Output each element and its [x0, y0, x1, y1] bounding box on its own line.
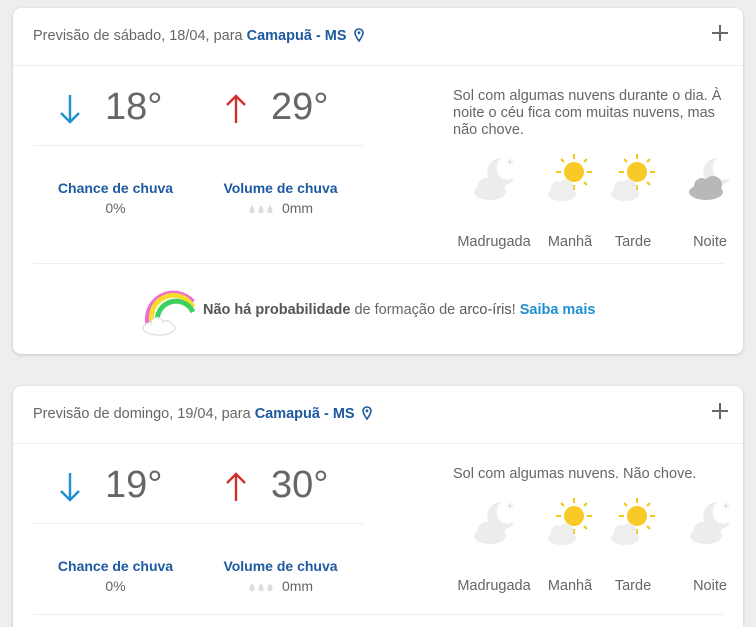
period-list: Madrugada Manhã Tarde Noite: [443, 152, 733, 250]
rainbow-text-1: de formação de: [350, 302, 460, 318]
rainbow-icon: [142, 290, 195, 336]
rain-chance: Chance de chuva 0%: [43, 180, 188, 216]
city-link[interactable]: Camapuã - MS: [247, 28, 347, 44]
rainbow-term: arco-íris: [459, 302, 512, 318]
moon-cloud-icon: [474, 501, 514, 544]
rain-volume: Volume de chuva 0mm: [208, 558, 353, 594]
expand-plus-icon[interactable]: [709, 400, 731, 422]
divider: [33, 614, 723, 615]
sun-cloud-icon: [611, 154, 655, 201]
rain-volume-value: 0mm: [281, 578, 314, 594]
forecast-description: Sol com algumas nuvens. Não chove.: [453, 466, 697, 482]
arrow-down-icon: [60, 473, 80, 502]
rain-volume-row: 0mm: [208, 578, 353, 594]
divider: [33, 523, 363, 524]
moon-dark-cloud-icon: [689, 157, 730, 200]
rain-volume-label: Volume de chuva: [223, 180, 338, 196]
period-label: Noite: [693, 578, 727, 594]
expand-plus-icon[interactable]: [709, 22, 731, 44]
rain-volume-row: 0mm: [208, 200, 353, 216]
period-noite: Noite: [665, 496, 743, 594]
sun-cloud-icon: [611, 498, 655, 545]
forecast-description: Sol com algumas nuvens durante o dia. À …: [453, 88, 722, 138]
divider: [33, 145, 363, 146]
forecast-card-sunday: Previsão de domingo, 19/04, para Camapuã…: [13, 386, 743, 627]
temp-min-value: 18°: [105, 86, 163, 128]
raindrops-icon: [249, 583, 273, 592]
temp-max-value: 29°: [271, 86, 329, 128]
temperature-row: 19° 30°: [33, 464, 363, 524]
moon-cloud-icon: [690, 501, 730, 544]
rain-volume-label: Volume de chuva: [223, 558, 338, 574]
rain-chance-value: 0%: [105, 578, 126, 594]
forecast-header: Previsão de sábado, 18/04, para Camapuã …: [13, 8, 743, 66]
rain-chance-label: Chance de chuva: [57, 558, 174, 574]
rainbow-message: Não há probabilidade de formação de arco…: [203, 302, 595, 318]
arrow-down-icon: [60, 95, 80, 124]
period-label: Noite: [693, 234, 727, 250]
temperature-row: 18° 29°: [33, 86, 363, 146]
temp-min-value: 19°: [105, 464, 163, 506]
forecast-header-text: Previsão de domingo, 19/04, para: [33, 406, 251, 422]
location-pin-icon: [353, 28, 364, 42]
rain-chance: Chance de chuva 0%: [43, 558, 188, 594]
city-link[interactable]: Camapuã - MS: [255, 406, 355, 422]
moon-cloud-icon: [474, 157, 514, 200]
period-list: Madrugada Manhã Tarde Noite: [443, 496, 733, 594]
rain-volume: Volume de chuva 0mm: [208, 180, 353, 216]
raindrops-icon: [249, 205, 273, 214]
temp-max-value: 30°: [271, 464, 329, 506]
arrow-up-icon: [226, 472, 246, 501]
arrow-up-icon: [226, 94, 246, 123]
rain-chance-value: 0%: [105, 200, 126, 216]
forecast-header-text: Previsão de sábado, 18/04, para: [33, 28, 243, 44]
rainbow-info: Não há probabilidade de formação de arco…: [141, 280, 641, 340]
location-pin-icon: [361, 406, 372, 420]
rain-volume-value: 0mm: [281, 200, 314, 216]
rain-chance-label: Chance de chuva: [57, 180, 174, 196]
divider: [33, 263, 723, 264]
forecast-card-saturday: Previsão de sábado, 18/04, para Camapuã …: [13, 8, 743, 354]
forecast-header: Previsão de domingo, 19/04, para Camapuã…: [13, 386, 743, 444]
period-noite: Noite: [665, 152, 743, 250]
rainbow-text-2: !: [511, 302, 520, 318]
learn-more-link[interactable]: Saiba mais: [520, 302, 596, 318]
rainbow-bold: Não há probabilidade: [203, 302, 351, 318]
